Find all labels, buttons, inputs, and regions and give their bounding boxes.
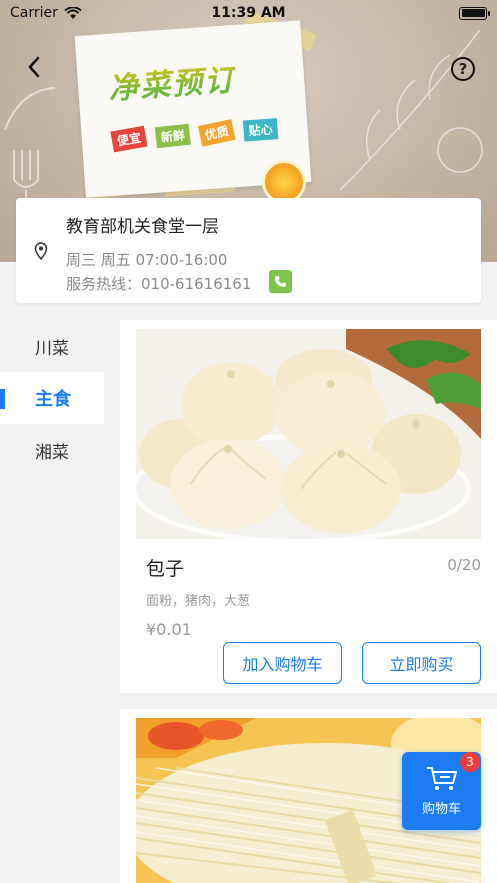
- back-button[interactable]: [20, 52, 48, 82]
- banner-title: 净菜预订: [107, 55, 238, 108]
- category-label: 川菜: [35, 338, 69, 359]
- add-to-cart-button[interactable]: 加入购物车: [223, 642, 342, 684]
- category-label: 湘菜: [35, 442, 69, 463]
- food-image-baozi[interactable]: [136, 329, 481, 539]
- banner-tag: 新鲜: [154, 123, 191, 149]
- banner-tag: 便宜: [110, 125, 148, 153]
- food-ingredients: 面粉，猪肉，大葱: [146, 594, 251, 609]
- cart-count-badge: 3: [460, 752, 480, 772]
- category-item-staple[interactable]: 主食: [0, 372, 104, 424]
- category-item-chuan[interactable]: 川菜: [0, 320, 104, 372]
- canteen-name: 教育部机关食堂一层: [66, 217, 219, 237]
- food-name: 包子: [146, 558, 185, 580]
- category-sidebar: 川菜 主食 湘菜: [0, 320, 104, 476]
- banner-tag: 贴心: [242, 118, 279, 142]
- category-label: 主食: [35, 389, 71, 410]
- food-price: ¥0.01: [146, 620, 192, 639]
- pepper-sketch-icon: [4, 87, 56, 131]
- food-stock: 0/20: [447, 556, 481, 574]
- leaf-sketch-icon: [339, 29, 483, 191]
- chevron-left-icon: [28, 56, 40, 78]
- question-mark-icon: ?: [458, 60, 468, 78]
- location-pin-icon: [34, 242, 48, 260]
- canteen-info-card: 教育部机关食堂一层 周三 周五 07:00-16:00 服务热线：010-616…: [16, 198, 481, 303]
- status-time: 11:39 AM: [211, 5, 286, 21]
- shopping-cart-icon: [426, 766, 457, 790]
- banner-tags: 便宜 新鲜 优质 贴心: [110, 118, 279, 153]
- food-card: 包子 0/20 面粉，猪肉，大葱 ¥0.01 加入购物车 立即购买: [120, 320, 497, 693]
- buy-now-button[interactable]: 立即购买: [362, 642, 481, 684]
- phone-icon: [275, 276, 286, 287]
- opening-hours: 周三 周五 07:00-16:00: [66, 251, 228, 269]
- call-button[interactable]: [269, 270, 292, 293]
- banner-tag: 优质: [197, 119, 236, 147]
- category-item-xiang[interactable]: 湘菜: [0, 424, 104, 476]
- help-button[interactable]: ?: [451, 57, 475, 81]
- status-bar: Carrier 11:39 AM: [0, 0, 497, 26]
- service-hotline: 服务热线：010-61616161: [66, 275, 252, 293]
- cart-label: 购物车: [421, 801, 461, 817]
- battery-icon: [459, 6, 490, 20]
